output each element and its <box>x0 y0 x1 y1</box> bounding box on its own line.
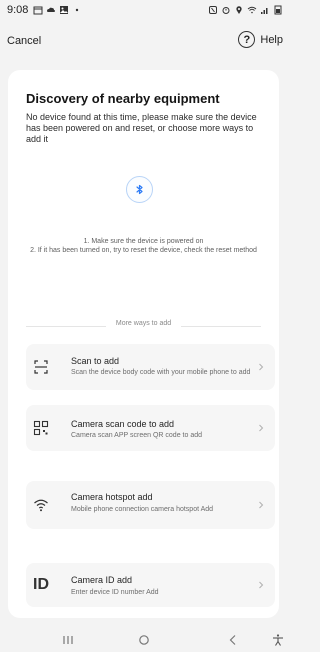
status-bar: 9:08 <box>0 0 287 22</box>
id-icon: ID <box>33 576 49 593</box>
option-subtitle: Mobile phone connection camera hotspot A… <box>71 506 214 513</box>
wifi-icon <box>31 495 51 515</box>
more-ways-divider: More ways to add <box>26 320 261 332</box>
help-icon: ? <box>238 31 256 48</box>
top-bar: Cancel ? Help <box>0 31 287 55</box>
discovery-title: Discovery of nearby equipment <box>26 91 220 106</box>
discovery-description: No device found at this time, please mak… <box>26 112 257 144</box>
nfc-icon <box>209 6 217 14</box>
discovery-sheet: Discovery of nearby equipment No device … <box>8 70 279 618</box>
hint-line-1: 1. Make sure the device is powered on <box>83 238 204 245</box>
hint-list: 1. Make sure the device is powered on 2.… <box>26 237 261 255</box>
option-title: Camera hotspot add <box>71 492 153 502</box>
option-title: Camera ID add <box>71 575 133 585</box>
accessibility-icon[interactable] <box>269 631 287 649</box>
system-navigation-bar <box>0 628 287 652</box>
chevron-right-icon <box>259 363 264 371</box>
chevron-right-icon <box>259 581 264 589</box>
back-icon[interactable] <box>224 631 242 649</box>
help-label: Help <box>260 33 283 46</box>
calendar-icon <box>33 6 43 15</box>
location-icon <box>236 6 242 14</box>
chevron-right-icon <box>259 424 264 432</box>
help-button[interactable]: ? Help <box>238 31 283 48</box>
chevron-right-icon <box>259 501 264 509</box>
option-camera-id[interactable]: ID Camera ID add Enter device ID number … <box>26 563 275 607</box>
alarm-icon <box>222 7 230 14</box>
bluetooth-indicator <box>126 176 153 203</box>
signal-icon <box>261 8 268 14</box>
qr-code-icon <box>31 418 51 438</box>
option-subtitle: Scan the device body code with your mobi… <box>71 369 251 376</box>
cancel-button[interactable]: Cancel <box>7 35 41 47</box>
divider-line-right <box>181 326 261 327</box>
recent-apps-icon[interactable] <box>59 631 77 649</box>
option-subtitle: Enter device ID number Add <box>71 589 159 596</box>
home-icon[interactable] <box>135 631 153 649</box>
status-left-icons <box>33 5 82 15</box>
scan-icon <box>31 357 51 377</box>
option-title: Camera scan code to add <box>71 419 175 429</box>
more-ways-label: More ways to add <box>115 320 172 327</box>
battery-icon <box>274 5 282 15</box>
hint-line-2: 2. If it has been turned on, try to rese… <box>30 247 257 254</box>
status-right-icons <box>208 5 283 15</box>
option-camera-scan-code[interactable]: Camera scan code to add Camera scan APP … <box>26 405 275 451</box>
status-time: 9:08 <box>7 4 29 16</box>
option-scan-to-add[interactable]: Scan to add Scan the device body code wi… <box>26 344 275 390</box>
wifi-icon <box>247 6 257 14</box>
photo-icon <box>60 6 68 14</box>
option-camera-hotspot[interactable]: Camera hotspot add Mobile phone connecti… <box>26 481 275 529</box>
dot-icon <box>75 8 79 12</box>
divider-line-left <box>26 326 106 327</box>
option-subtitle: Camera scan APP screen QR code to add <box>71 432 202 439</box>
option-title: Scan to add <box>71 356 120 366</box>
bluetooth-icon <box>136 184 143 195</box>
cloud-icon <box>47 7 55 12</box>
